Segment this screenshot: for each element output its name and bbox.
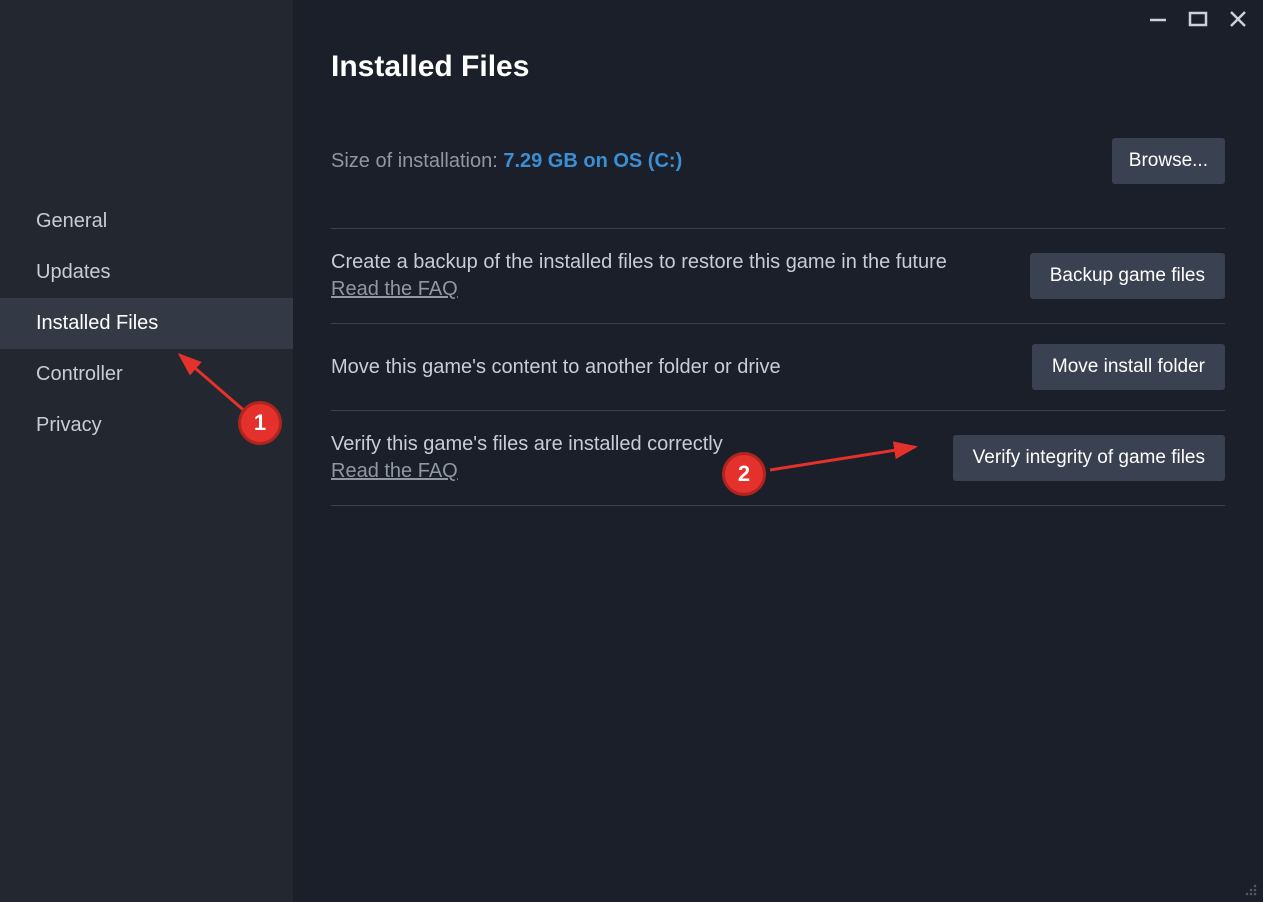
page-title: Installed Files	[331, 50, 1225, 84]
browse-button[interactable]: Browse...	[1112, 138, 1225, 184]
move-desc: Move this game's content to another fold…	[331, 356, 781, 378]
backup-faq-link[interactable]: Read the FAQ	[331, 278, 458, 300]
window-controls	[1147, 8, 1249, 30]
backup-row: Create a backup of the installed files t…	[331, 229, 1225, 324]
backup-text: Create a backup of the installed files t…	[331, 249, 947, 303]
move-row: Move this game's content to another fold…	[331, 324, 1225, 411]
sidebar-item-general[interactable]: General	[0, 196, 293, 247]
move-button[interactable]: Move install folder	[1032, 344, 1225, 390]
sidebar-item-controller[interactable]: Controller	[0, 349, 293, 400]
resize-grip-icon[interactable]	[1243, 882, 1257, 896]
backup-button[interactable]: Backup game files	[1030, 253, 1225, 299]
maximize-button[interactable]	[1187, 8, 1209, 30]
move-text: Move this game's content to another fold…	[331, 354, 781, 381]
install-size-value: 7.29 GB on OS (C:)	[503, 150, 682, 172]
sidebar-item-installed-files[interactable]: Installed Files	[0, 298, 293, 349]
verify-text: Verify this game's files are installed c…	[331, 431, 723, 485]
verify-button[interactable]: Verify integrity of game files	[953, 435, 1225, 481]
sidebar-item-privacy[interactable]: Privacy	[0, 400, 293, 451]
verify-row: Verify this game's files are installed c…	[331, 411, 1225, 506]
install-size-row: Size of installation: 7.29 GB on OS (C:)…	[331, 138, 1225, 229]
verify-faq-link[interactable]: Read the FAQ	[331, 460, 458, 482]
sidebar: General Updates Installed Files Controll…	[0, 0, 293, 902]
sidebar-item-updates[interactable]: Updates	[0, 247, 293, 298]
install-size-label: Size of installation:	[331, 150, 503, 172]
backup-desc: Create a backup of the installed files t…	[331, 251, 947, 273]
close-button[interactable]	[1227, 8, 1249, 30]
install-size-text: Size of installation: 7.29 GB on OS (C:)	[331, 150, 682, 173]
minimize-button[interactable]	[1147, 8, 1169, 30]
verify-desc: Verify this game's files are installed c…	[331, 433, 723, 455]
main-content: Installed Files Size of installation: 7.…	[293, 0, 1263, 902]
